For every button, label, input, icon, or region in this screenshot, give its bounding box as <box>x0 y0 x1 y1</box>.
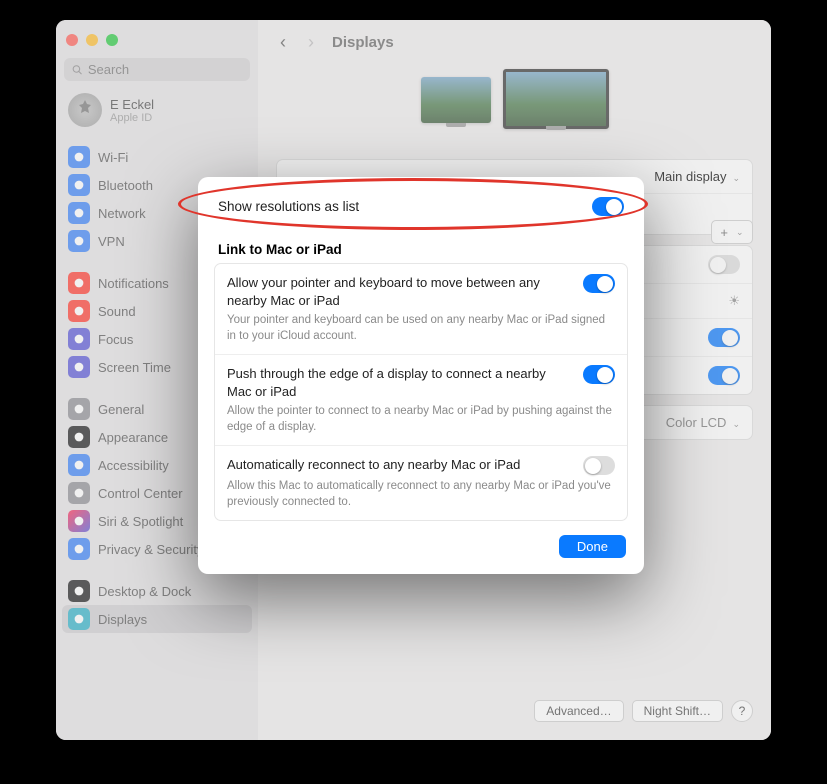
advanced-button[interactable]: Advanced… <box>534 700 623 722</box>
main-display-value: Main display <box>654 169 726 184</box>
sidebar-item-label: Wi-Fi <box>98 150 128 165</box>
control-center-icon <box>68 482 90 504</box>
search-field[interactable] <box>64 58 250 81</box>
bottom-button-row: Advanced… Night Shift… ? <box>534 700 753 722</box>
help-button[interactable]: ? <box>731 700 753 722</box>
notifications-icon <box>68 272 90 294</box>
privacy-security-icon <box>68 538 90 560</box>
link-option-desc: Allow this Mac to automatically reconnec… <box>227 479 615 510</box>
bluetooth-icon <box>68 174 90 196</box>
vpn-icon <box>68 230 90 252</box>
link-option-toggle-2[interactable] <box>583 456 615 475</box>
sidebar-item-label: VPN <box>98 234 125 249</box>
accessibility-icon <box>68 454 90 476</box>
focus-icon <box>68 328 90 350</box>
link-option-2: Automatically reconnect to any nearby Ma… <box>215 446 627 520</box>
sidebar-item-label: Network <box>98 206 146 221</box>
account-name: E Eckel <box>110 97 154 112</box>
account-subtitle: Apple ID <box>110 112 154 124</box>
link-option-desc: Allow the pointer to connect to a nearby… <box>227 404 615 435</box>
appearance-icon <box>68 426 90 448</box>
sidebar-item-desktop-dock[interactable]: Desktop & Dock <box>56 577 258 605</box>
sidebar-item-label: Sound <box>98 304 136 319</box>
advanced-modal: Show resolutions as list Link to Mac or … <box>198 177 644 574</box>
minimize-window-button[interactable] <box>86 34 98 46</box>
window-controls <box>56 28 258 58</box>
link-option-0: Allow your pointer and keyboard to move … <box>215 264 627 355</box>
display-thumbnail-1[interactable] <box>421 77 491 123</box>
link-option-title: Push through the edge of a display to co… <box>227 365 573 400</box>
toggle-1[interactable] <box>708 255 740 274</box>
search-icon <box>72 64 83 76</box>
main-header: ‹ › Displays <box>276 30 753 55</box>
page-title: Displays <box>332 34 394 51</box>
sidebar-item-label: Displays <box>98 612 147 627</box>
show-resolutions-row: Show resolutions as list <box>202 187 640 226</box>
sidebar-item-label: Privacy & Security <box>98 542 203 557</box>
sidebar-item-label: Siri & Spotlight <box>98 514 183 529</box>
sidebar-item-label: Focus <box>98 332 133 347</box>
maximize-window-button[interactable] <box>106 34 118 46</box>
network-icon <box>68 202 90 224</box>
account-row[interactable]: E Eckel Apple ID <box>56 91 258 135</box>
forward-button[interactable]: › <box>304 30 318 55</box>
sidebar-item-label: Bluetooth <box>98 178 153 193</box>
sound-icon <box>68 300 90 322</box>
sidebar-item-label: General <box>98 402 144 417</box>
done-button[interactable]: Done <box>559 535 626 558</box>
sidebar-item-label: Screen Time <box>98 360 171 375</box>
modal-footer: Done <box>202 521 640 560</box>
desktop-dock-icon <box>68 580 90 602</box>
color-profile-value: Color LCD <box>666 415 727 430</box>
sidebar-item-wi-fi[interactable]: Wi-Fi <box>56 143 258 171</box>
sidebar-item-label: Control Center <box>98 486 183 501</box>
sidebar-item-label: Accessibility <box>98 458 169 473</box>
night-shift-button[interactable]: Night Shift… <box>632 700 723 722</box>
sidebar-item-displays[interactable]: Displays <box>62 605 252 633</box>
link-section-title: Link to Mac or iPad <box>202 226 640 263</box>
toggle-3[interactable] <box>708 366 740 385</box>
displays-icon <box>68 608 90 630</box>
siri-spotlight-icon <box>68 510 90 532</box>
link-options-group: Allow your pointer and keyboard to move … <box>214 263 628 521</box>
screen-time-icon <box>68 356 90 378</box>
close-window-button[interactable] <box>66 34 78 46</box>
general-icon <box>68 398 90 420</box>
show-resolutions-label: Show resolutions as list <box>218 199 359 214</box>
display-thumbnail-2[interactable] <box>503 69 609 129</box>
sidebar-item-label: Appearance <box>98 430 168 445</box>
show-resolutions-toggle[interactable] <box>592 197 624 216</box>
wi-fi-icon <box>68 146 90 168</box>
avatar <box>68 93 102 127</box>
link-option-1: Push through the edge of a display to co… <box>215 355 627 446</box>
displays-preview <box>276 69 753 129</box>
link-option-desc: Your pointer and keyboard can be used on… <box>227 313 615 344</box>
link-option-toggle-0[interactable] <box>583 274 615 293</box>
add-display-button[interactable]: +⌄ <box>711 220 753 244</box>
back-button[interactable]: ‹ <box>276 30 290 55</box>
link-option-title: Automatically reconnect to any nearby Ma… <box>227 456 520 474</box>
toggle-2[interactable] <box>708 328 740 347</box>
link-option-title: Allow your pointer and keyboard to move … <box>227 274 573 309</box>
sidebar-item-label: Notifications <box>98 276 169 291</box>
link-option-toggle-1[interactable] <box>583 365 615 384</box>
brightness-high-icon: ☀ <box>728 293 740 309</box>
search-input[interactable] <box>88 62 242 77</box>
sidebar-item-label: Desktop & Dock <box>98 584 191 599</box>
